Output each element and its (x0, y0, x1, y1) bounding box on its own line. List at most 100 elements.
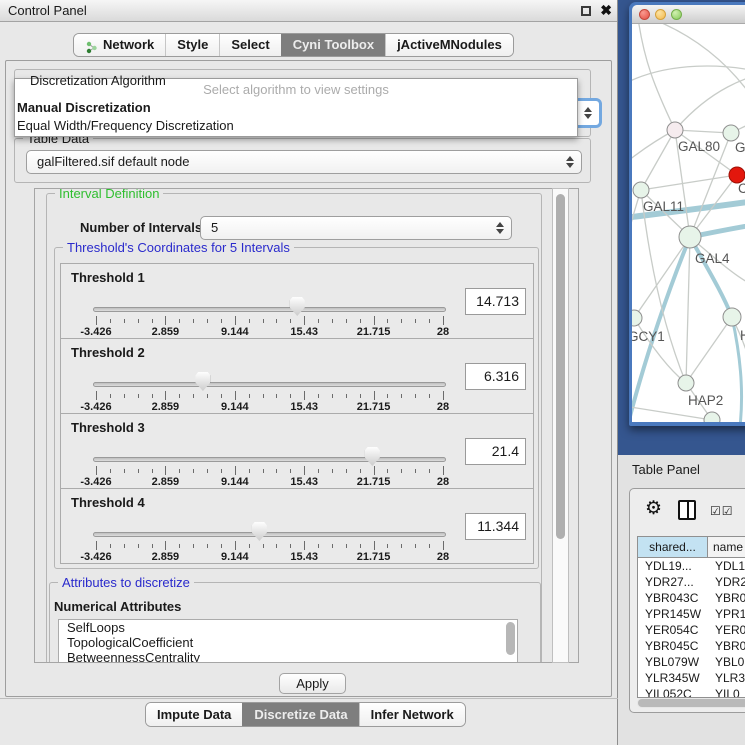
network-node-hap2[interactable] (678, 375, 694, 391)
slider-ticks (96, 316, 443, 325)
attributes-scrollbar[interactable] (506, 622, 515, 655)
network-node-g[interactable] (723, 125, 739, 141)
thresholds-group: Threshold's Coordinates for 5 Intervals … (54, 247, 539, 569)
tab-label: Network (103, 34, 154, 56)
table-panel-window: ⚙ ☑☑ shared...name YDL19...YDL1YDR27...Y… (629, 488, 745, 713)
tab-style[interactable]: Style (165, 34, 219, 56)
tab-label: Style (177, 34, 208, 56)
threshold-row-3: Threshold 3-3.4262.8599.14415.4321.71528… (60, 413, 534, 489)
bottom-tab-infer-network[interactable]: Infer Network (359, 703, 465, 726)
columns-icon[interactable] (678, 500, 696, 520)
column-header-shared[interactable]: shared... (638, 537, 708, 557)
vertical-scrollbar[interactable] (552, 188, 569, 663)
network-desktop: GAL80GCGAL11GAL4GCY1HHAP2 (618, 0, 745, 455)
zoom-traffic-light-icon[interactable] (671, 9, 682, 20)
attribute-item-topologicalcoefficient[interactable]: TopologicalCoefficient (59, 635, 517, 650)
table-row[interactable]: YBR045CYBR0 (638, 638, 745, 654)
table-data-combobox[interactable]: galFiltered.sif default node (26, 150, 582, 174)
horizontal-scrollbar[interactable] (637, 698, 745, 708)
tab-network[interactable]: Network (74, 34, 165, 56)
slider-thumb[interactable] (365, 447, 380, 466)
threshold-row-4: Threshold 4-3.4262.8599.14415.4321.71528… (60, 488, 534, 564)
tab-jactivemnodules[interactable]: jActiveMNodules (385, 34, 513, 56)
slider-track[interactable] (93, 307, 446, 312)
threshold-slider[interactable]: -3.4262.8599.14415.4321.71528 (93, 414, 446, 488)
horizontal-scrollbar-thumb[interactable] (638, 699, 745, 707)
minimize-traffic-light-icon[interactable] (655, 9, 666, 20)
control-panel-titlebar: Control Panel ✖ (0, 0, 617, 22)
table-row[interactable]: YDR27...YDR2 (638, 574, 745, 590)
number-of-intervals-combobox[interactable]: 5 (200, 216, 512, 240)
table-cell: YPR1 (708, 606, 745, 622)
threshold-value-field[interactable]: 21.4 (465, 438, 526, 465)
thresholds-group-title: Threshold's Coordinates for 5 Intervals (63, 240, 294, 255)
checkboxes-icon[interactable]: ☑☑ (710, 504, 734, 518)
network-view-window[interactable]: GAL80GCGAL11GAL4GCY1HHAP2 (629, 2, 745, 426)
node-label: GAL4 (695, 251, 730, 266)
network-node-gal11[interactable] (633, 182, 649, 198)
slider-thumb[interactable] (195, 372, 210, 391)
table-cell: YDR2 (708, 574, 745, 590)
network-edge (675, 68, 745, 130)
bottom-tab-impute-data[interactable]: Impute Data (146, 703, 242, 726)
combo-stepper-icon (495, 222, 504, 234)
bottom-tab-discretize-data[interactable]: Discretize Data (242, 703, 358, 726)
gear-icon[interactable]: ⚙ (645, 497, 662, 520)
table-body: YDL19...YDL1YDR27...YDR2YBR043CYBR0YPR14… (638, 558, 745, 697)
network-node-gcy1[interactable] (632, 310, 642, 326)
table-row[interactable]: YDL19...YDL1 (638, 558, 745, 574)
column-header-name[interactable]: name (708, 537, 745, 557)
node-label: GCY1 (632, 329, 665, 344)
bottom-tab-bar: Impute DataDiscretize DataInfer Network (145, 702, 466, 727)
network-edge (641, 130, 675, 190)
table-cell: YBL0 (708, 654, 745, 670)
node-label: GAL80 (678, 139, 720, 154)
table-row[interactable]: YBL079WYBL0 (638, 654, 745, 670)
table-cell: YLR3 (708, 670, 745, 686)
slider-track[interactable] (93, 532, 446, 537)
threshold-slider[interactable]: -3.4262.8599.14415.4321.71528 (93, 489, 446, 563)
threshold-slider[interactable]: -3.4262.8599.14415.4321.71528 (93, 339, 446, 413)
network-node-gal80[interactable] (667, 122, 683, 138)
tab-select[interactable]: Select (219, 34, 280, 56)
attribute-item-selfloops[interactable]: SelfLoops (59, 620, 517, 635)
table-cell: YBR045C (638, 638, 708, 654)
tab-cyni-toolbox[interactable]: Cyni Toolbox (281, 34, 385, 56)
network-node-unlabeled[interactable] (704, 412, 720, 422)
tab-label: Cyni Toolbox (293, 34, 374, 56)
table-cell: YBR043C (638, 590, 708, 606)
vertical-scrollbar-thumb[interactable] (556, 194, 565, 539)
cyni-toolbox-content: Discretization Algorithm Select algorith… (5, 60, 612, 697)
node-label: GAL11 (643, 199, 684, 214)
table-row[interactable]: YER054CYER0 (638, 622, 745, 638)
network-canvas[interactable]: GAL80GCGAL11GAL4GCY1HHAP2 (632, 24, 745, 422)
threshold-value-field[interactable]: 11.344 (465, 513, 526, 540)
table-cell: YDL1 (708, 558, 745, 574)
window-title: Control Panel (8, 3, 87, 18)
float-window-icon[interactable] (581, 6, 591, 16)
combo-stepper-icon (565, 156, 574, 168)
attribute-item-betweennesscentrality[interactable]: BetweennessCentrality (59, 650, 517, 663)
threshold-value-field[interactable]: 6.316 (465, 363, 526, 390)
threshold-slider[interactable]: -3.4262.8599.14415.4321.71528 (93, 264, 446, 338)
table-cell: YLR345W (638, 670, 708, 686)
network-node-h[interactable] (723, 308, 741, 326)
close-icon[interactable]: ✖ (600, 2, 612, 19)
algorithm-option-equal-width-frequency-discretization[interactable]: Equal Width/Frequency Discretization (15, 117, 577, 135)
slider-thumb[interactable] (252, 522, 267, 541)
table-row[interactable]: YBR043CYBR0 (638, 590, 745, 606)
apply-button[interactable]: Apply (279, 673, 346, 694)
close-traffic-light-icon[interactable] (639, 9, 650, 20)
table-cell: YIL0 (708, 686, 745, 697)
slider-track[interactable] (93, 457, 446, 462)
threshold-value-field[interactable]: 14.713 (465, 288, 526, 315)
algorithm-option-manual-discretization[interactable]: Manual Discretization (15, 99, 577, 117)
number-of-intervals-value: 5 (211, 220, 218, 235)
table-row[interactable]: YLR345WYLR3 (638, 670, 745, 686)
slider-track[interactable] (93, 382, 446, 387)
network-node-gal4[interactable] (679, 226, 701, 248)
slider-thumb[interactable] (290, 297, 305, 316)
table-row[interactable]: YIL052CYIL0 (638, 686, 745, 697)
numerical-attributes-list[interactable]: SelfLoopsTopologicalCoefficientBetweenne… (58, 619, 518, 663)
table-row[interactable]: YPR145WYPR1 (638, 606, 745, 622)
